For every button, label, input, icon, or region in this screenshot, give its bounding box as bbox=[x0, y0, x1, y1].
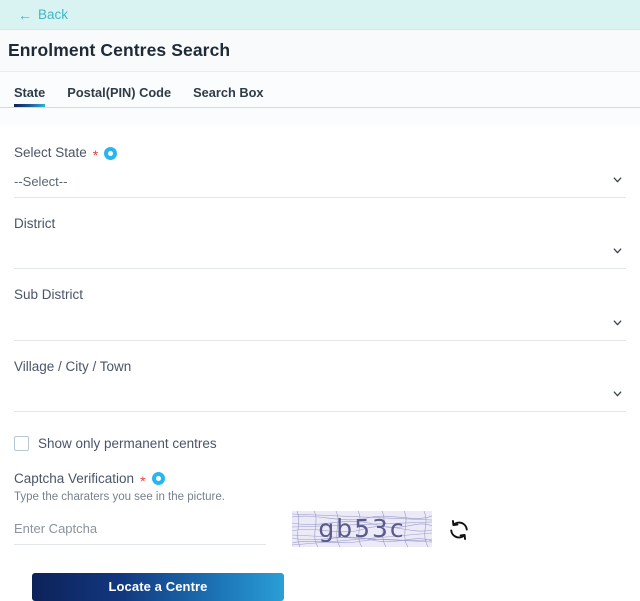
captcha-image: gb53c bbox=[292, 510, 432, 547]
select-state-dropdown[interactable]: --Select-- bbox=[14, 165, 626, 199]
top-navigation-bar: ← Back bbox=[0, 0, 640, 30]
tab-content-spacer bbox=[0, 108, 640, 127]
field-label-district: District bbox=[14, 216, 626, 232]
field-label-text: Select State bbox=[14, 145, 87, 160]
captcha-section: Captcha Verification * Type the charater… bbox=[14, 471, 626, 547]
field-label-text: Sub District bbox=[14, 287, 84, 303]
captcha-hint-text: Type the charaters you see in the pictur… bbox=[14, 490, 225, 503]
submit-row: Locate a Centre bbox=[14, 572, 626, 601]
field-label-text: Village / City / Town bbox=[14, 358, 132, 374]
enrolment-search-form: Select State * --Select-- District Sub D… bbox=[0, 127, 640, 601]
captcha-label: Captcha Verification bbox=[14, 470, 135, 486]
info-icon[interactable] bbox=[151, 472, 165, 486]
required-asterisk-icon: * bbox=[140, 472, 146, 489]
field-village-city-town: Village / City / Town bbox=[14, 341, 626, 412]
field-select-state: Select State * --Select-- bbox=[14, 127, 626, 199]
select-state-value: --Select-- bbox=[14, 173, 68, 189]
sub-district-dropdown[interactable] bbox=[14, 308, 626, 341]
required-asterisk-icon: * bbox=[92, 147, 99, 164]
info-icon[interactable] bbox=[104, 146, 118, 160]
tab-postal-pin-code[interactable]: Postal(PIN) Code bbox=[67, 85, 171, 107]
tab-state[interactable]: State bbox=[14, 85, 46, 107]
refresh-icon[interactable] bbox=[448, 519, 470, 541]
locate-a-centre-button[interactable]: Locate a Centre bbox=[32, 572, 284, 601]
field-label-text: District bbox=[14, 216, 56, 232]
back-button-label: Back bbox=[38, 6, 69, 22]
tab-search-box[interactable]: Search Box bbox=[193, 85, 263, 107]
village-city-town-dropdown[interactable] bbox=[14, 379, 626, 412]
field-district: District bbox=[14, 198, 626, 270]
district-dropdown[interactable] bbox=[14, 236, 626, 270]
field-label-sub-district: Sub District bbox=[14, 287, 626, 303]
chevron-down-icon bbox=[611, 245, 624, 258]
field-label-village-city-town: Village / City / Town bbox=[14, 359, 626, 375]
permanent-centres-label: Show only permanent centres bbox=[38, 435, 217, 451]
captcha-label-row: Captcha Verification * bbox=[14, 470, 626, 489]
page-title: Enrolment Centres Search bbox=[8, 40, 231, 60]
page-title-bar: Enrolment Centres Search bbox=[0, 30, 640, 72]
permanent-centres-checkbox[interactable] bbox=[14, 435, 29, 451]
captcha-input[interactable] bbox=[14, 516, 266, 545]
tab-bar: State Postal(PIN) Code Search Box bbox=[0, 72, 640, 108]
back-button[interactable]: ← Back bbox=[18, 8, 68, 22]
permanent-centres-checkbox-row[interactable]: Show only permanent centres bbox=[14, 435, 626, 451]
captcha-input-row: gb53c bbox=[14, 510, 626, 547]
chevron-down-icon bbox=[611, 173, 624, 186]
captcha-image-text: gb53c bbox=[318, 514, 406, 544]
back-arrow-icon: ← bbox=[18, 6, 32, 23]
chevron-down-icon bbox=[611, 316, 624, 329]
field-sub-district: Sub District bbox=[14, 269, 626, 341]
chevron-down-icon bbox=[611, 387, 624, 400]
field-label-select-state: Select State * bbox=[14, 145, 626, 164]
